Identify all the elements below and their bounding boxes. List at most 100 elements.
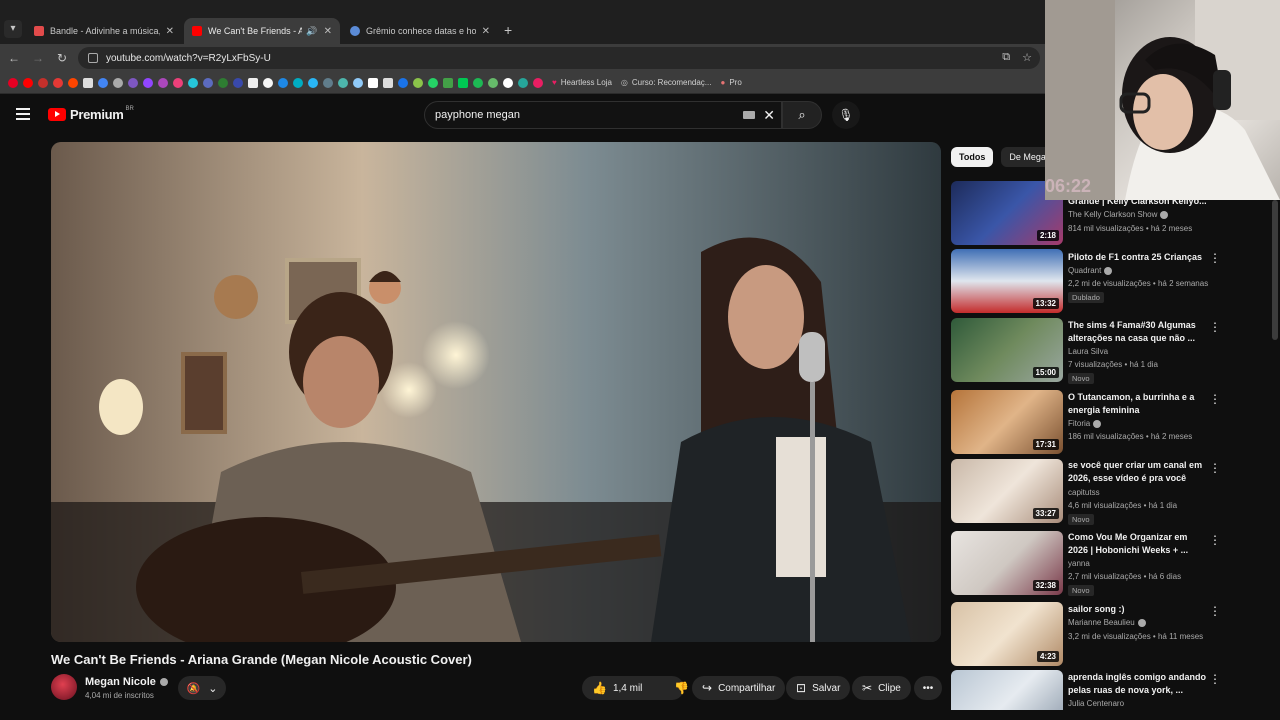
video-thumbnail[interactable]: [951, 670, 1063, 710]
clear-search-icon[interactable]: ✕: [763, 107, 775, 124]
bookmark-icon[interactable]: [323, 77, 333, 88]
bookmark-icon[interactable]: [113, 77, 123, 88]
bookmark-pinterest-icon[interactable]: [8, 77, 18, 88]
recommendation-item[interactable]: 13:32 Piloto de F1 contra 25 Crianças Qu…: [951, 249, 1251, 313]
bookmark-icon[interactable]: [158, 77, 168, 88]
bookmark-youtube-icon[interactable]: [23, 77, 33, 88]
more-actions-button[interactable]: •••: [914, 676, 942, 700]
recommendation-title[interactable]: O Tutancamon, a burrinha e a energia fem…: [1068, 391, 1208, 417]
more-options-icon[interactable]: ⋮: [1209, 672, 1221, 686]
bookmark-icon[interactable]: [263, 77, 273, 88]
chip-todos[interactable]: Todos: [951, 147, 994, 167]
recommendation-channel[interactable]: Julia Centenaro: [1068, 699, 1124, 708]
install-app-icon[interactable]: ⧉: [1002, 51, 1010, 64]
bookmark-curso[interactable]: ◎ Curso: Recomendaç...: [621, 78, 712, 87]
sidebar-scrollbar[interactable]: [1272, 200, 1278, 340]
recommendation-channel[interactable]: yanna: [1068, 559, 1090, 568]
keyboard-icon[interactable]: [743, 111, 755, 119]
like-button[interactable]: 👍 1,4 mil: [582, 676, 652, 700]
bookmark-spotify-icon[interactable]: [473, 77, 483, 88]
bookmark-icon[interactable]: [248, 77, 258, 88]
channel-name-link[interactable]: Megan Nicole: [85, 676, 168, 688]
video-thumbnail[interactable]: 13:32: [951, 249, 1063, 313]
bookmark-telegram-icon[interactable]: [308, 77, 318, 88]
video-player[interactable]: [51, 142, 941, 642]
recommendation-title[interactable]: aprenda inglês comigo andando pelas ruas…: [1068, 671, 1208, 697]
site-info-icon[interactable]: [88, 53, 98, 63]
bookmark-icon[interactable]: [413, 77, 423, 88]
tab-close-icon[interactable]: ✕: [482, 26, 490, 37]
bookmark-icon[interactable]: [458, 77, 468, 88]
browser-tab-bandle[interactable]: Bandle - Adivinhe a música, um ✕: [26, 18, 182, 44]
recommendation-channel[interactable]: Quadrant: [1068, 266, 1113, 275]
more-options-icon[interactable]: ⋮: [1209, 533, 1221, 547]
bookmark-twitch-icon[interactable]: [143, 77, 153, 88]
bookmark-icon[interactable]: [293, 77, 303, 88]
back-icon[interactable]: ←: [6, 50, 22, 66]
recommendation-item[interactable]: 32:38 Como Vou Me Organizar em 2026 | Ho…: [951, 531, 1251, 596]
recommendation-channel[interactable]: capitutss: [1068, 488, 1100, 497]
recommendation-title[interactable]: se você quer criar um canal em 2026, ess…: [1068, 459, 1208, 485]
reload-icon[interactable]: ↻: [54, 50, 70, 66]
bookmark-icon[interactable]: [38, 77, 48, 88]
bookmark-icon[interactable]: [233, 77, 243, 88]
recommendation-channel[interactable]: The Kelly Clarkson Show: [1068, 210, 1169, 219]
recommendation-title[interactable]: The sims 4 Fama#30 Algumas alterações na…: [1068, 319, 1208, 345]
bookmark-icon[interactable]: [128, 77, 138, 88]
bookmark-icon[interactable]: [338, 77, 348, 88]
bookmark-icon[interactable]: [68, 77, 78, 88]
video-thumbnail[interactable]: 4:23: [951, 602, 1063, 666]
bookmark-icon[interactable]: [53, 77, 63, 88]
recommendation-channel[interactable]: Laura Silva: [1068, 347, 1108, 356]
bookmark-icon[interactable]: [218, 77, 228, 88]
recommendation-item[interactable]: 15:00 The sims 4 Fama#30 Algumas alteraç…: [951, 318, 1251, 384]
address-bar[interactable]: youtube.com/watch?v=R2yLxFbSy-U ⧉ ☆: [78, 47, 1040, 69]
clip-button[interactable]: ✂ Clipe: [852, 676, 911, 700]
browser-tab-gremio[interactable]: Grêmio conhece datas e horár ✕: [342, 18, 498, 44]
bookmark-icon[interactable]: [488, 77, 498, 88]
bookmark-icon[interactable]: [383, 77, 393, 88]
search-input[interactable]: payphone megan ✕: [424, 101, 782, 129]
bookmark-pro[interactable]: ● Pro: [720, 78, 741, 87]
more-options-icon[interactable]: ⋮: [1209, 604, 1221, 618]
more-options-icon[interactable]: ⋮: [1209, 320, 1221, 334]
bookmark-icon[interactable]: [278, 77, 288, 88]
new-tab-button[interactable]: +: [504, 22, 512, 38]
bookmark-icon[interactable]: [518, 77, 528, 88]
bookmark-star-icon[interactable]: ☆: [1022, 51, 1032, 64]
browser-tab-youtube[interactable]: We Can't Be Friends - Arian 🔊 ✕: [184, 18, 340, 44]
video-thumbnail[interactable]: 15:00: [951, 318, 1063, 382]
bookmark-whatsapp-icon[interactable]: [428, 77, 438, 88]
bookmark-icon[interactable]: [83, 77, 93, 88]
menu-icon[interactable]: [16, 108, 30, 120]
more-options-icon[interactable]: ⋮: [1209, 461, 1221, 475]
tab-close-icon[interactable]: ✕: [324, 26, 332, 37]
more-options-icon[interactable]: ⋮: [1209, 392, 1221, 406]
tab-audio-icon[interactable]: 🔊: [306, 26, 317, 37]
notifications-button[interactable]: 🔕 ⌄: [178, 676, 226, 700]
bookmark-icon[interactable]: [98, 77, 108, 88]
video-thumbnail[interactable]: 33:27: [951, 459, 1063, 523]
bookmark-icon[interactable]: [533, 77, 543, 88]
recommendation-title[interactable]: Piloto de F1 contra 25 Crianças: [1068, 251, 1208, 264]
save-button[interactable]: ⊡ Salvar: [786, 676, 851, 700]
voice-search-button[interactable]: 🎙: [832, 101, 860, 129]
video-thumbnail[interactable]: 17:31: [951, 390, 1063, 454]
bookmark-icon[interactable]: [188, 77, 198, 88]
tab-search-button[interactable]: ▾: [4, 20, 22, 38]
bookmark-icon[interactable]: [203, 77, 213, 88]
recommendation-item[interactable]: 33:27 se você quer criar um canal em 202…: [951, 459, 1251, 525]
bookmark-icon[interactable]: [353, 77, 363, 88]
tab-close-icon[interactable]: ✕: [166, 26, 174, 37]
bookmark-icon[interactable]: [503, 77, 513, 88]
channel-avatar[interactable]: [51, 674, 77, 700]
recommendation-title[interactable]: sailor song :): [1068, 603, 1208, 616]
recommendation-channel[interactable]: Fitoria: [1068, 419, 1102, 428]
recommendation-item[interactable]: aprenda inglês comigo andando pelas ruas…: [951, 670, 1251, 710]
share-button[interactable]: ↪ Compartilhar: [692, 676, 786, 700]
video-thumbnail[interactable]: 32:38: [951, 531, 1063, 595]
recommendation-item[interactable]: 17:31 O Tutancamon, a burrinha e a energ…: [951, 390, 1251, 454]
bookmark-icon[interactable]: [398, 77, 408, 88]
bookmark-heartless-loja[interactable]: ♥ Heartless Loja: [552, 78, 612, 87]
recommendation-title[interactable]: Como Vou Me Organizar em 2026 | Hobonich…: [1068, 531, 1208, 557]
